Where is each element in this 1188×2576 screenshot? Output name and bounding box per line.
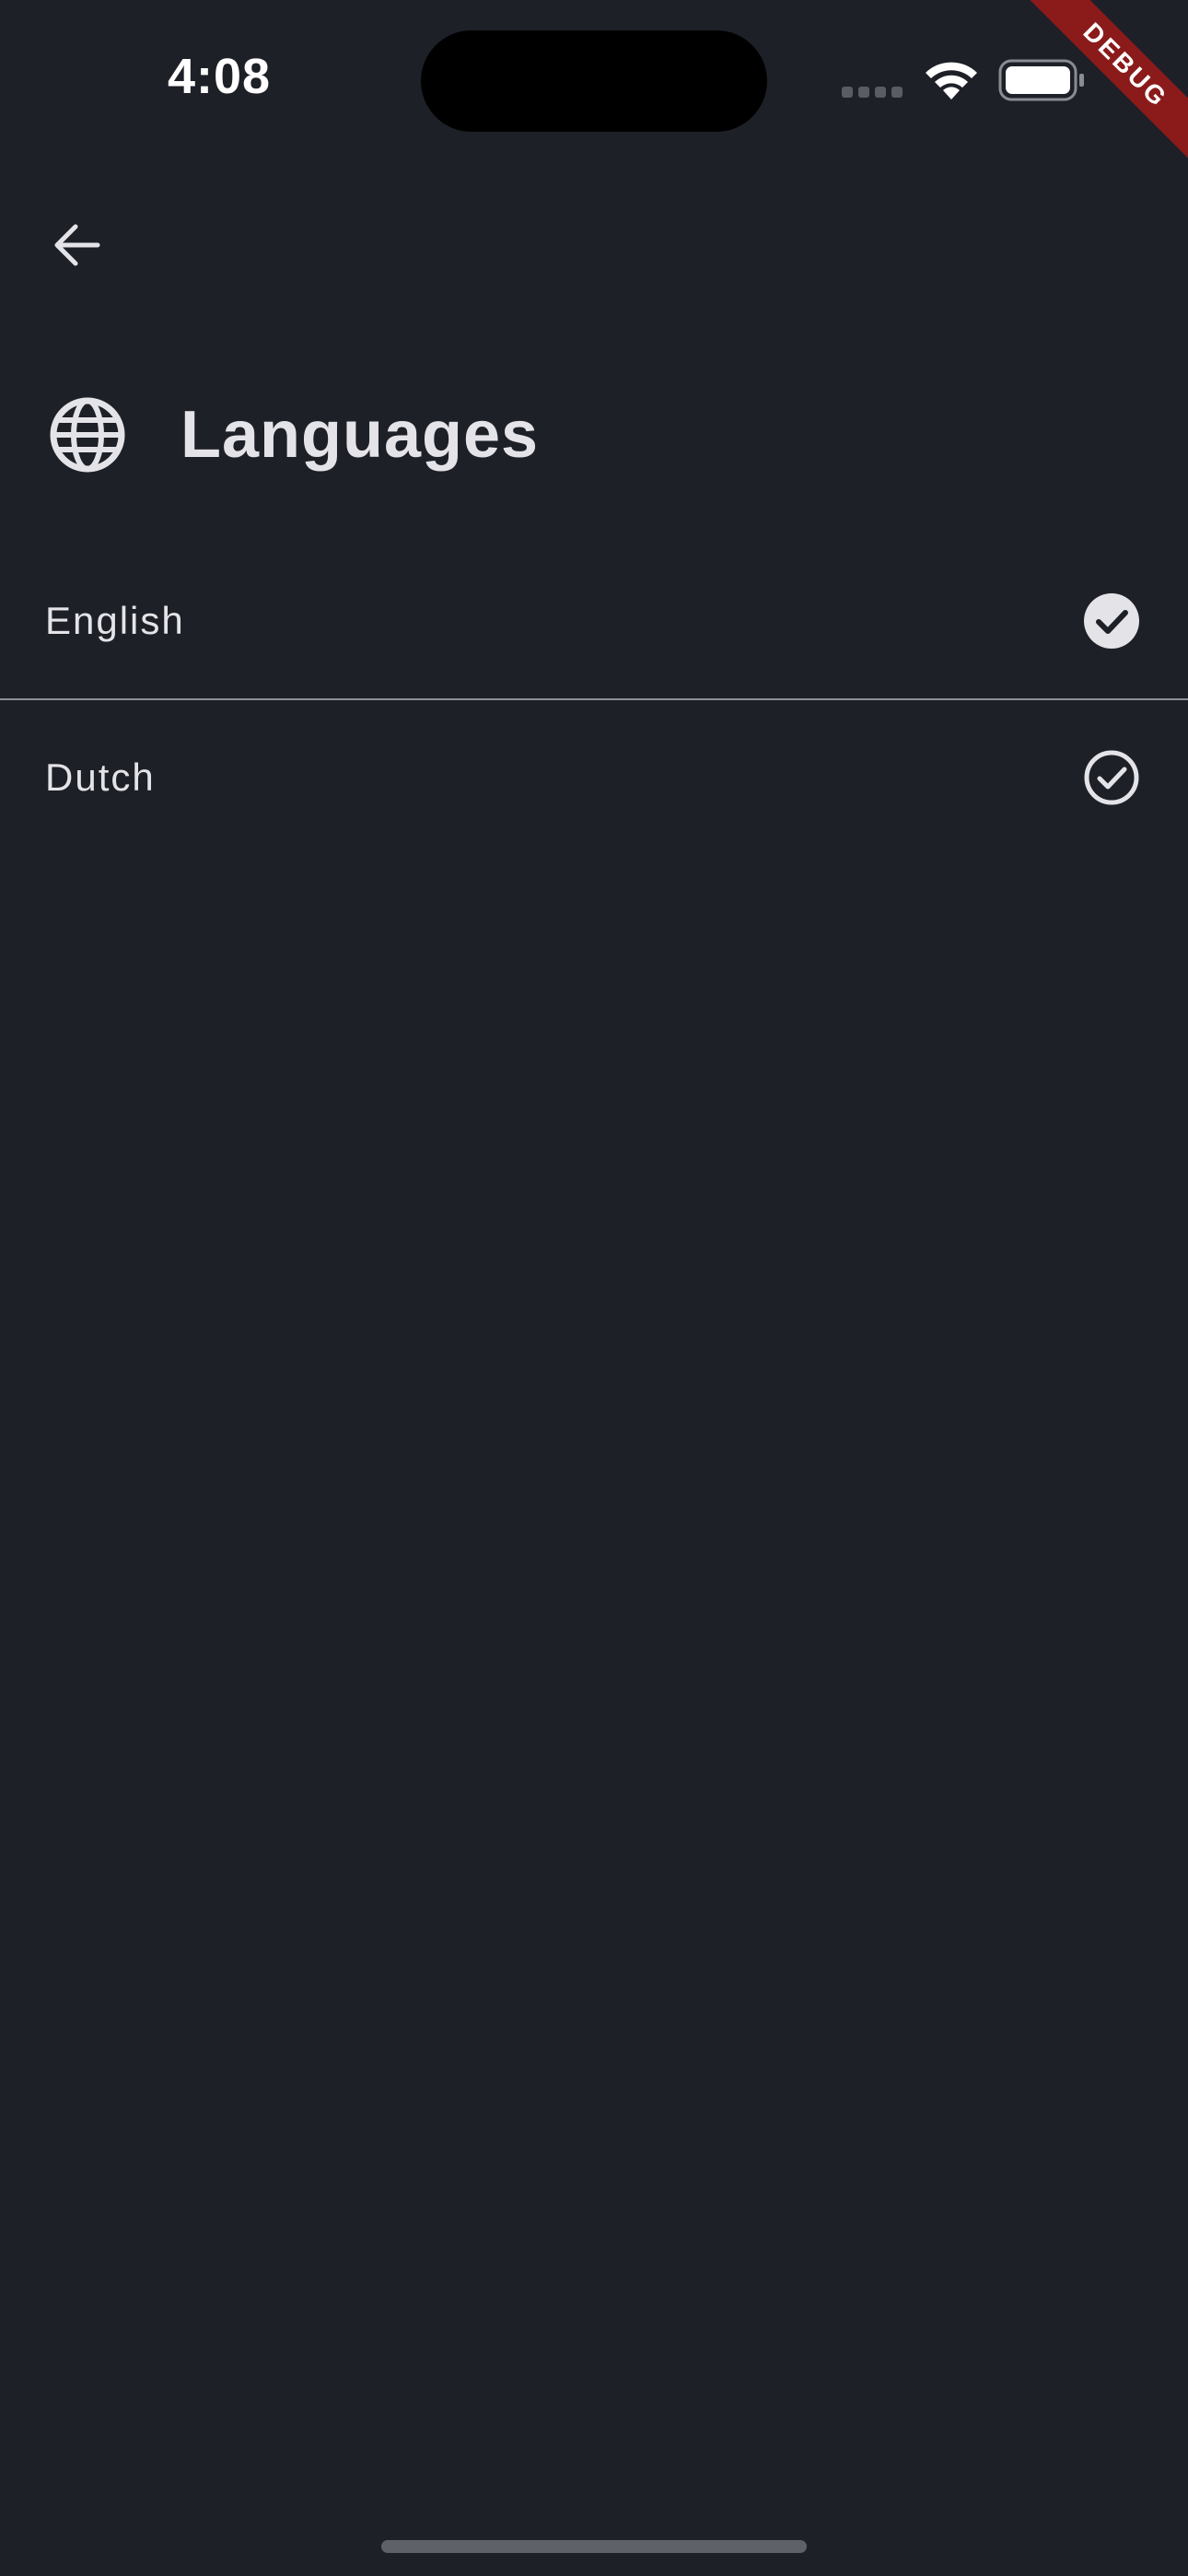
home-indicator[interactable] bbox=[381, 2540, 807, 2553]
check-circle-filled-icon bbox=[1084, 593, 1139, 649]
status-time: 4:08 bbox=[168, 49, 272, 104]
back-button[interactable] bbox=[37, 205, 118, 286]
language-option-dutch[interactable]: Dutch bbox=[0, 700, 1188, 855]
check-circle-outline-icon bbox=[1084, 750, 1139, 805]
arrow-back-icon bbox=[54, 224, 100, 266]
page-header: Languages bbox=[48, 389, 539, 481]
globe-icon bbox=[50, 397, 125, 473]
page-title: Languages bbox=[181, 398, 540, 472]
language-label: English bbox=[45, 599, 185, 642]
language-list: English Dutch bbox=[0, 544, 1188, 855]
language-label: Dutch bbox=[45, 755, 156, 799]
debug-ribbon-label: DEBUG bbox=[1019, 0, 1188, 172]
debug-banner: DEBUG bbox=[1004, 0, 1188, 184]
cellular-signal-icon bbox=[842, 87, 903, 98]
language-option-english[interactable]: English bbox=[0, 544, 1188, 698]
wifi-icon bbox=[926, 62, 977, 100]
dynamic-island bbox=[421, 30, 767, 132]
